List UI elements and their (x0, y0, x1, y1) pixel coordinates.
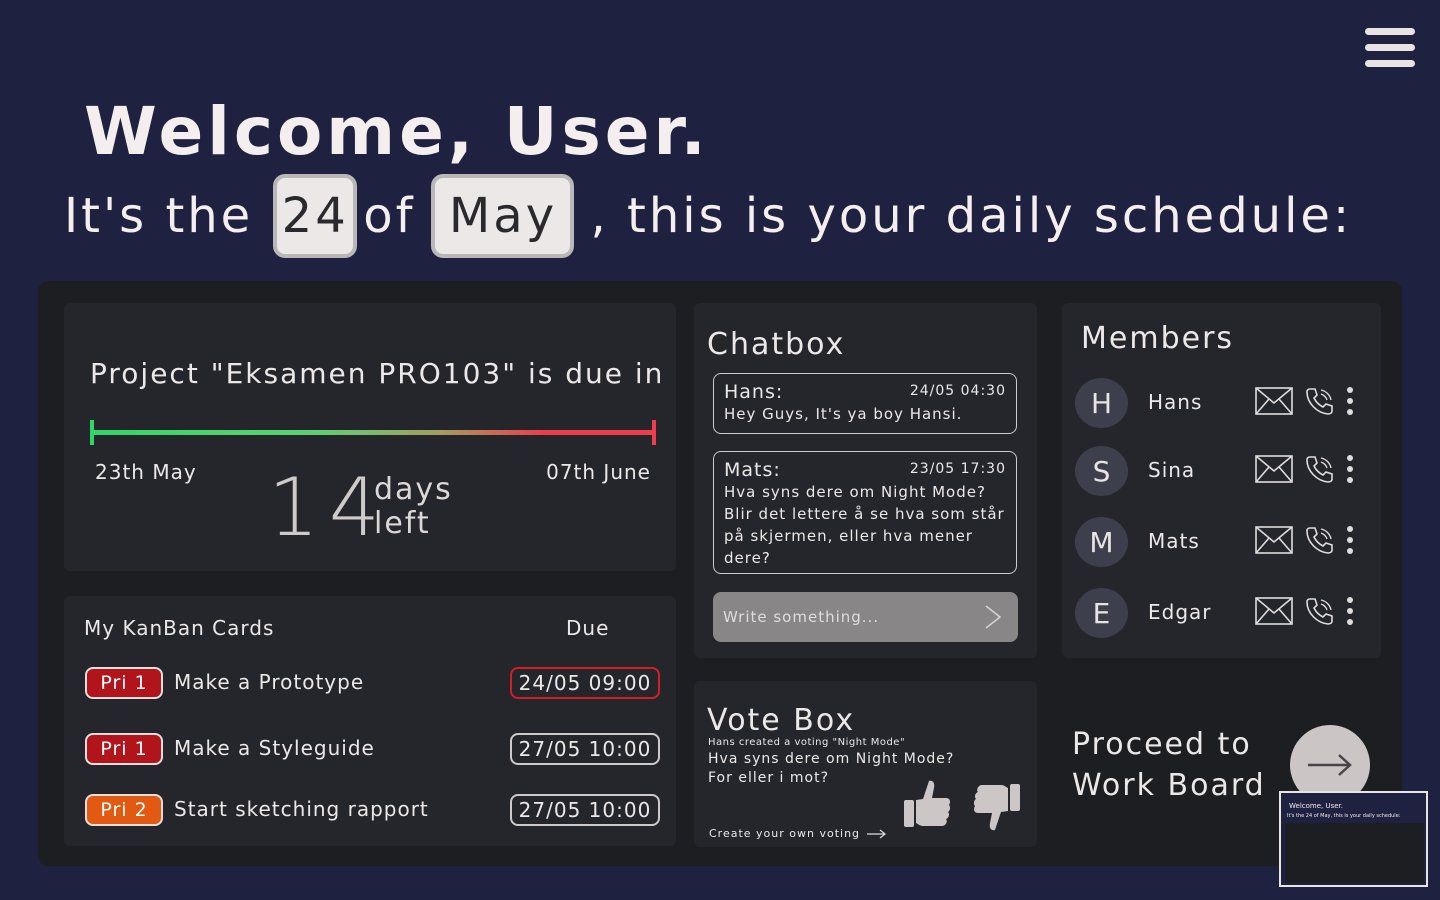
mail-icon[interactable] (1255, 597, 1293, 625)
kanban-row[interactable]: Pri 1 Make a Prototype 24/05 09:00 (85, 667, 660, 699)
mail-icon[interactable] (1255, 526, 1293, 554)
more-vertical-icon[interactable] (1343, 454, 1357, 484)
chat-input[interactable] (723, 608, 978, 626)
member-row: E Edgar (1075, 588, 1360, 638)
phone-icon[interactable] (1304, 525, 1334, 555)
chat-input-bar (713, 592, 1018, 642)
welcome-heading: Welcome, User. (84, 93, 710, 170)
page-thumbnail[interactable]: Welcome, User. It's the 24 of May, this … (1279, 791, 1428, 887)
priority-badge: Pri 1 (85, 667, 163, 699)
member-row: H Hans (1075, 378, 1360, 428)
kanban-row[interactable]: Pri 2 Start sketching rapport 27/05 10:0… (85, 794, 660, 826)
menu-bar (1365, 28, 1415, 35)
phone-icon[interactable] (1304, 596, 1334, 626)
avatar: H (1075, 378, 1128, 428)
member-name: Edgar (1148, 600, 1212, 624)
create-voting-link[interactable]: Create your own voting (709, 827, 888, 840)
message-text: Hey Guys, It's ya boy Hansi. (724, 405, 963, 423)
menu-icon[interactable] (1365, 28, 1415, 68)
days-left-number: 14 (268, 461, 390, 554)
chatbox-title: Chatbox (707, 327, 846, 362)
priority-badge: Pri 2 (85, 794, 163, 826)
project-end-date: 07th June (546, 460, 651, 484)
project-start-date: 23th May (95, 460, 197, 484)
chat-message: Mats: 23/05 17:30 Hva syns dere om Night… (713, 451, 1017, 574)
days-label: days (374, 472, 453, 507)
chatbox-card: Chatbox Hans: 24/05 04:30 Hey Guys, It's… (694, 303, 1037, 658)
members-title: Members (1081, 321, 1235, 356)
member-name: Sina (1148, 458, 1196, 482)
project-title: Project "Eksamen PRO103" is due in (90, 357, 665, 390)
arrow-right-icon (867, 829, 887, 838)
vote-box-title: Vote Box (707, 703, 856, 738)
kanban-task: Make a Prototype (174, 670, 365, 694)
menu-bar (1365, 60, 1415, 67)
vote-meta: Hans created a voting "Night Mode" (708, 737, 906, 748)
menu-bar (1365, 44, 1415, 51)
date-line-suffix: , this is your daily schedule: (590, 188, 1353, 244)
avatar: M (1075, 517, 1128, 567)
create-voting-label: Create your own voting (709, 827, 861, 840)
thumbnail-line: It's the 24 of May, this is your daily s… (1287, 813, 1401, 819)
member-row: M Mats (1075, 517, 1360, 567)
vote-question-line: Hva syns dere om Night Mode? (708, 751, 955, 767)
thumbnail-welcome: Welcome, User. (1289, 802, 1344, 810)
arrow-right-icon (1308, 754, 1352, 776)
kanban-row[interactable]: Pri 1 Make a Styleguide 27/05 10:00 (85, 733, 660, 765)
date-line-of: of (363, 188, 416, 244)
deadline-progress-bar (90, 420, 656, 445)
kanban-due-date: 24/05 09:00 (510, 667, 660, 699)
thumbs-up-icon[interactable] (903, 779, 951, 831)
kanban-task: Make a Styleguide (174, 736, 375, 760)
thumbnail-panel (1285, 823, 1424, 883)
days-left-label: days left (374, 473, 453, 541)
kanban-title: My KanBan Cards (84, 616, 275, 640)
month-box: May (431, 174, 575, 258)
proceed-line: Work Board (1072, 768, 1266, 803)
proceed-label: Proceed to Work Board (1072, 724, 1266, 806)
member-name: Hans (1148, 390, 1203, 414)
more-vertical-icon[interactable] (1343, 596, 1357, 626)
kanban-task: Start sketching rapport (174, 797, 429, 821)
left-label: left (374, 506, 431, 541)
progress-end-marker (652, 420, 656, 445)
members-card: Members H Hans S Sina M Mats E Edgar (1062, 303, 1381, 658)
mail-icon[interactable] (1255, 387, 1293, 415)
kanban-card: My KanBan Cards Due Pri 1 Make a Prototy… (64, 596, 676, 846)
more-vertical-icon[interactable] (1343, 525, 1357, 555)
send-icon[interactable] (978, 602, 1008, 632)
kanban-due-header: Due (566, 616, 610, 640)
priority-badge: Pri 1 (85, 733, 163, 765)
chat-message: Hans: 24/05 04:30 Hey Guys, It's ya boy … (713, 373, 1017, 434)
kanban-due-date: 27/05 10:00 (510, 794, 660, 826)
project-deadline-card: Project "Eksamen PRO103" is due in 23th … (64, 303, 676, 571)
avatar: E (1075, 588, 1128, 638)
proceed-line: Proceed to (1072, 727, 1252, 762)
progress-start-marker (90, 420, 94, 445)
message-text: Hva syns dere om Night Mode? Blir det le… (724, 483, 1005, 567)
mail-icon[interactable] (1255, 455, 1293, 483)
kanban-due-date: 27/05 10:00 (510, 733, 660, 765)
date-line: It's the 24 of May , this is your daily … (64, 174, 1352, 258)
message-time: 24/05 04:30 (909, 383, 1006, 399)
avatar: S (1075, 446, 1128, 496)
message-time: 23/05 17:30 (909, 461, 1006, 477)
vote-box-card: Vote Box Hans created a voting "Night Mo… (694, 681, 1037, 847)
thumbs-down-icon[interactable] (973, 780, 1021, 832)
member-name: Mats (1148, 529, 1200, 553)
more-vertical-icon[interactable] (1343, 386, 1357, 416)
date-line-prefix: It's the (64, 188, 254, 244)
day-box: 24 (273, 174, 358, 258)
member-row: S Sina (1075, 446, 1360, 496)
phone-icon[interactable] (1304, 454, 1334, 484)
phone-icon[interactable] (1304, 386, 1334, 416)
